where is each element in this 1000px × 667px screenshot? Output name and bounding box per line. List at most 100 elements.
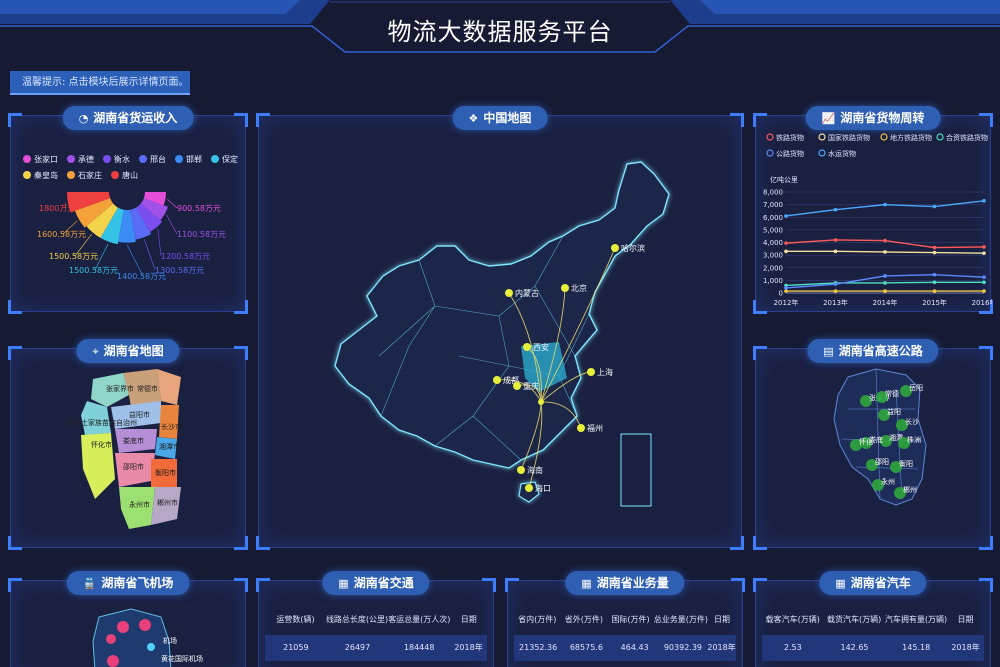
y-tick-label: 8,000 [763,189,783,197]
data-point[interactable] [982,245,986,249]
bar-chart-icon: ▦ [835,577,846,590]
data-point[interactable] [982,199,986,203]
traffic-panel[interactable]: ▦ 湖南省交通 运营数(辆) 线路总长度(公里) 客运总量(万人次) 日期 210… [256,571,496,667]
city-dot[interactable] [517,466,525,474]
south-china-sea-inset [620,433,652,507]
data-point[interactable] [784,289,788,293]
data-point[interactable] [784,286,788,290]
data-point[interactable] [982,251,986,256]
data-point[interactable] [883,202,887,207]
map-label: 衡阳市 [155,468,176,477]
table-header: 省内(万件) 省外(万件) 国际(万件) 总业务量(万件) 日期 [514,609,736,631]
highway-label: 长沙 [905,417,919,426]
x-tick-label: 2012年 [774,298,799,307]
business-panel[interactable]: ▦ 湖南省业务量 省内(万件) 省外(万件) 国际(万件) 总业务量(万件) 日期… [505,571,745,667]
table-cell: 2018年 [951,643,980,652]
city-dot[interactable] [513,382,521,390]
slice-label: 1200.58万元 [161,252,210,261]
slice-label: 1100.58万元 [177,230,226,239]
revenue-panel[interactable]: ◔ 湖南省货运收入 张家口 承德 衡水 邢台 邯郸 保定秦皇岛 石家庄 唐山 1800万元 160… [8,106,248,314]
legend-label: 铁路货物 [776,133,804,142]
column-header: 省内(万件) [518,615,557,624]
airport-marker[interactable] [117,621,129,633]
airport-marker[interactable] [139,619,151,631]
city-label: 上海 [597,367,613,377]
map-label: 娄底市 [123,436,144,445]
china-map: 哈尔滨内蒙古北京西安成都重庆上海福州海南海口 [334,161,670,507]
highway-label: 永州 [881,477,895,486]
city-dot[interactable] [493,376,501,384]
airport-marker[interactable] [107,655,119,667]
turnover-panel[interactable]: 📈 湖南省货物周转 铁路货物 国家铁路货物 地方铁路货物 合资铁路货物 公路货物 水运货物亿… [753,106,993,314]
legend-label: 地方铁路货物 [890,133,932,142]
highway-label: 怀化 [859,437,873,446]
table-row[interactable]: 21059 26497 184448 2018年 [265,635,487,661]
data-point[interactable] [883,238,887,243]
city-dot[interactable] [523,343,531,351]
data-point[interactable] [833,238,838,242]
city-label: 内蒙古 [515,288,539,298]
traffic-table: 运营数(辆) 线路总长度(公里) 客运总量(万人次) 日期 21059 2649… [265,609,487,661]
data-point[interactable] [833,282,838,286]
hub-dot [538,399,544,405]
hunan-map-panel[interactable]: ⌖ 湖南省地图 张家界市 常德市 益阳市 湘西土家族苗族自治州 怀化市 长沙市 娄… [8,339,248,550]
data-point[interactable] [883,250,887,254]
slice-label: 1800万元 [39,204,75,213]
data-point[interactable] [932,289,937,293]
city-dot[interactable] [561,284,569,292]
cars-panel[interactable]: ▦ 湖南省汽车 载客汽车(万辆) 载货汽车(万辆) 汽车拥有量(万辆) 日期 2.… [753,571,993,667]
data-point[interactable] [982,275,986,280]
data-point[interactable] [883,281,887,285]
data-point[interactable] [784,249,788,254]
city-dot[interactable] [611,244,619,252]
city-dot[interactable] [525,484,533,492]
data-point[interactable] [883,274,887,278]
table-row[interactable]: 21352.36 68575.6 464.43 90392.39 2018年 [514,635,736,661]
table-cell: 145.18 [902,643,931,652]
airport-panel[interactable]: 🚆 湖南省飞机场 机场 黄花国际机场 [8,571,248,667]
column-header: 总业务量(万件) [653,615,709,624]
china-map-panel[interactable]: ❖ 中国地图 哈尔滨 内蒙古 北京 西安 成都 重庆 上海 福州 海南 海口 [256,106,744,550]
table-row[interactable]: 2.53 142.65 145.18 2018年 [762,635,984,661]
corner-decoration [731,578,745,592]
table-cell: 21059 [283,643,309,652]
data-point[interactable] [784,241,788,245]
table-header: 运营数(辆) 线路总长度(公里) 客运总量(万人次) 日期 [265,609,487,631]
hunan-map: 张家界市 常德市 益阳市 湘西土家族苗族自治州 怀化市 长沙市 娄底市 湘潭市 … [67,369,182,529]
city-dot[interactable] [587,368,595,376]
column-header: 客运总量(万人次) [388,615,451,624]
data-point[interactable] [932,245,937,250]
table-cell: 68575.6 [569,643,603,652]
data-point[interactable] [833,289,838,293]
bar-chart-icon: ▦ [338,577,349,590]
page-title: 物流大数据服务平台 [387,18,613,46]
data-point[interactable] [982,280,986,285]
city-dot[interactable] [577,424,585,432]
column-header: 省外(万件) [564,615,604,624]
table-cell: 21352.36 [519,643,558,652]
data-point[interactable] [982,289,986,293]
column-header: 日期 [957,615,974,624]
city-dot[interactable] [505,289,513,297]
y-tick-label: 3,000 [763,252,783,260]
label-leader-line [143,239,156,271]
column-header: 日期 [460,615,477,624]
data-point[interactable] [833,207,838,212]
highway-panel[interactable]: ▤湖南省高速公路 张家界常德岳阳益阳长沙湘潭株洲娄底怀化邵阳衡阳永州郴州 [753,339,993,550]
data-point[interactable] [932,250,937,255]
y-tick-label: 4,000 [763,239,783,247]
data-point[interactable] [883,289,887,293]
region-changsha[interactable] [159,405,179,439]
revenue-rose-chart: 1800万元1600.58万元1500.58万元1500.58万元1400.58… [37,192,226,281]
highway-label: 衡阳 [899,459,913,468]
data-point[interactable] [784,214,788,218]
airport-marker[interactable] [147,643,155,651]
data-point[interactable] [932,280,937,285]
airport-marker[interactable] [106,634,116,644]
legend-label: 合资铁路货物 [946,133,988,142]
data-point[interactable] [932,204,937,209]
table-cell: 142.65 [840,643,869,652]
y-tick-label: 1,000 [763,277,783,285]
data-point[interactable] [932,272,937,277]
data-point[interactable] [833,249,838,254]
